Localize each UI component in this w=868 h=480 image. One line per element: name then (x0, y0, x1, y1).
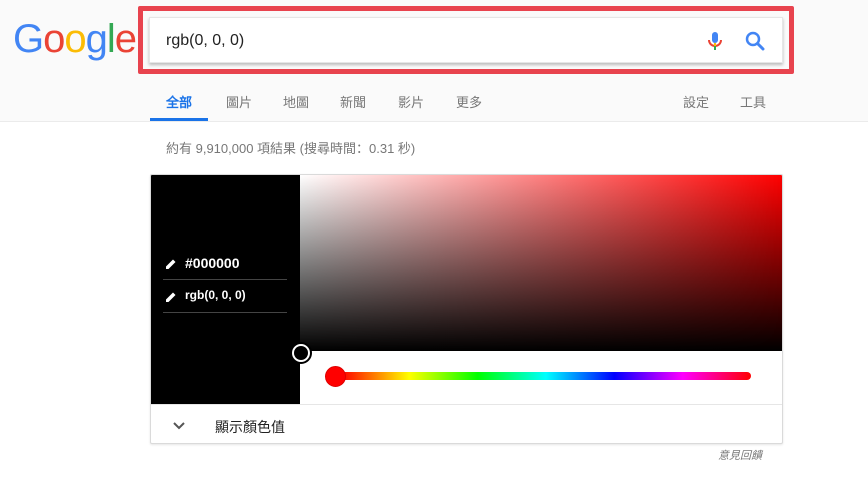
show-color-values-label: 顯示顏色值 (215, 419, 285, 435)
hue-slider-handle[interactable] (325, 366, 346, 387)
rgb-value-row[interactable]: rgb(0, 0, 0) (163, 280, 287, 313)
chevron-down-icon (173, 422, 185, 430)
pencil-icon (166, 259, 176, 269)
logo-letter: o (43, 17, 65, 61)
color-swatch: #000000 rgb(0, 0, 0) (151, 175, 300, 404)
logo-letter: l (106, 17, 116, 61)
feedback-link[interactable]: 意見回饋 (718, 447, 762, 463)
tab-videos[interactable]: 影片 (398, 92, 424, 111)
logo-letter: e (114, 17, 137, 61)
search-input[interactable]: rgb(0, 0, 0) (166, 32, 244, 50)
tab-maps[interactable]: 地圖 (283, 92, 309, 111)
active-tab-indicator (150, 118, 208, 121)
tab-tools[interactable]: 工具 (740, 92, 766, 111)
hex-value[interactable]: #000000 (185, 255, 240, 271)
tab-images[interactable]: 圖片 (226, 92, 252, 111)
google-logo[interactable]: Google (13, 17, 137, 61)
hex-value-row[interactable]: #000000 (163, 247, 287, 280)
hue-slider[interactable] (341, 372, 751, 380)
search-bar[interactable]: rgb(0, 0, 0) (149, 17, 783, 63)
tab-news[interactable]: 新聞 (340, 92, 366, 111)
show-color-values-toggle[interactable]: 顯示顏色值 (151, 404, 782, 443)
logo-letter: G (13, 17, 44, 61)
tab-settings[interactable]: 設定 (683, 92, 709, 111)
header: Google rgb(0, 0, 0) 全部 圖片 地圖 新聞 影片 更多 設定… (0, 0, 868, 122)
result-stats: 約有 9,910,000 項結果 (搜尋時間：0.31 秒) (166, 141, 416, 156)
tab-more[interactable]: 更多 (456, 92, 482, 111)
rgb-value[interactable]: rgb(0, 0, 0) (185, 288, 246, 302)
picker-handle-center (294, 346, 308, 360)
microphone-icon[interactable] (703, 29, 727, 53)
logo-letter: g (85, 17, 108, 61)
tab-all[interactable]: 全部 (166, 92, 192, 111)
logo-letter: o (64, 17, 86, 61)
saturation-value-area[interactable] (300, 175, 782, 351)
color-picker-handle[interactable] (290, 342, 312, 364)
search-icon[interactable] (743, 29, 767, 53)
color-picker-card: #000000 rgb(0, 0, 0) 顯示顏色值 (150, 174, 783, 444)
search-tabs: 全部 圖片 地圖 新聞 影片 更多 設定 工具 (150, 84, 850, 122)
pencil-icon (166, 292, 176, 302)
